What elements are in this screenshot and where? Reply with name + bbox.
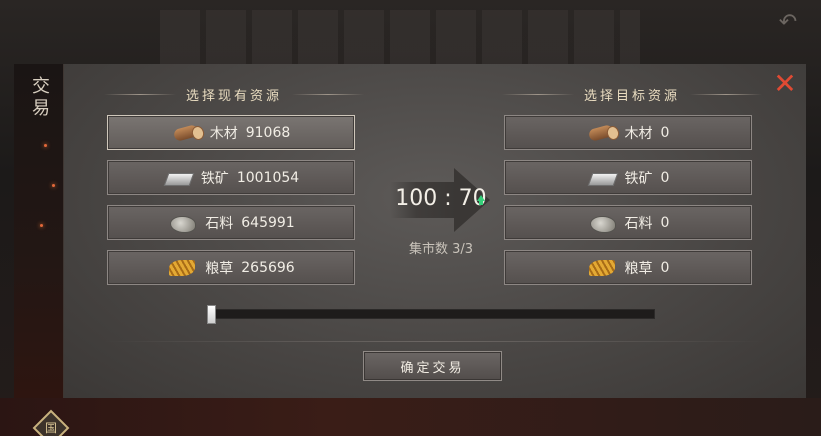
resource-name: 铁矿 (200, 170, 229, 187)
back-arrow-icon[interactable]: ↶ (773, 10, 803, 36)
resource-name: 木材 (209, 125, 238, 142)
resource-amount: 0 (660, 124, 670, 141)
resource-amount: 265696 (241, 259, 295, 276)
trade-panel: ✕ 选择现有资源 选择目标资源 木材 91068 铁矿 1001054 石料 6… (64, 64, 806, 398)
owned-grain-button[interactable]: 粮草 265696 (107, 250, 355, 285)
iron-icon (587, 168, 617, 188)
right-section-title: 选择目标资源 (502, 84, 763, 104)
ember-icon (44, 144, 47, 147)
sidebar: 交易 国 (14, 64, 70, 436)
target-grain-button[interactable]: 粮草 0 (504, 250, 752, 285)
resource-amount: 645991 (241, 214, 295, 231)
stone-icon (587, 213, 617, 233)
resource-amount: 0 (660, 169, 670, 186)
resource-name: 石料 (205, 215, 234, 232)
resource-name: 粮草 (205, 260, 234, 277)
owned-iron-button[interactable]: 铁矿 1001054 (107, 160, 355, 195)
wood-icon (172, 123, 202, 143)
resource-name: 粮草 (624, 260, 653, 277)
sidebar-title: 交易 (29, 76, 50, 120)
stone-icon (167, 213, 197, 233)
resource-amount: 1001054 (236, 169, 300, 186)
seal-glyph: 国 (44, 421, 57, 435)
resource-amount: 91068 (245, 124, 291, 141)
right-title-text: 选择目标资源 (584, 88, 681, 104)
resource-name: 木材 (624, 125, 653, 142)
target-wood-button[interactable]: 木材 0 (504, 115, 752, 150)
wood-icon (587, 123, 617, 143)
background-window (160, 10, 640, 65)
iron-icon (163, 168, 193, 188)
resource-amount: 0 (660, 214, 670, 231)
target-stone-button[interactable]: 石料 0 (504, 205, 752, 240)
owned-stone-button[interactable]: 石料 645991 (107, 205, 355, 240)
close-icon[interactable]: ✕ (772, 70, 798, 98)
left-title-text: 选择现有资源 (186, 88, 283, 104)
ember-icon (52, 184, 55, 187)
background-floor (0, 398, 821, 436)
resource-amount: 0 (660, 259, 670, 276)
ember-icon (40, 224, 43, 227)
market-count: 集市数 3/3 (408, 242, 474, 257)
resource-name: 铁矿 (624, 170, 653, 187)
divider (104, 341, 764, 342)
amount-slider-track[interactable] (211, 309, 655, 319)
owned-wood-button[interactable]: 木材 91068 (107, 115, 355, 150)
grain-icon (167, 258, 197, 278)
target-iron-button[interactable]: 铁矿 0 (504, 160, 752, 195)
confirm-trade-button[interactable]: 确定交易 (363, 351, 502, 381)
trend-up-stem (479, 201, 483, 205)
amount-slider-handle[interactable] (207, 305, 216, 324)
left-section-title: 选择现有资源 (104, 84, 365, 104)
resource-name: 石料 (624, 215, 653, 232)
grain-icon (587, 258, 617, 278)
